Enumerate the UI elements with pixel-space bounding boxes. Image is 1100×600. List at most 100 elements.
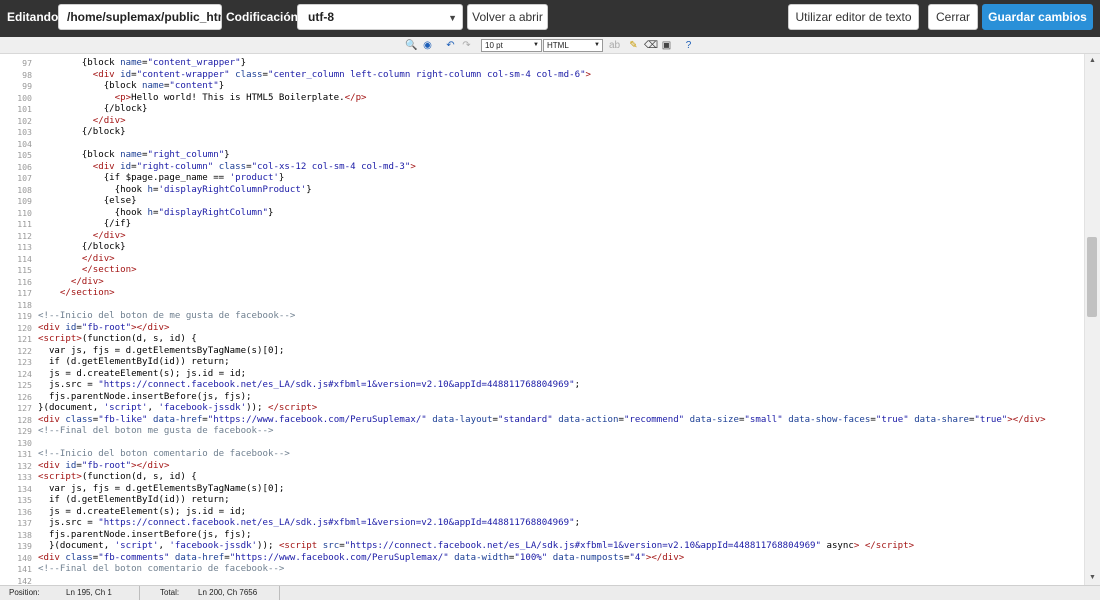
- word-wrap-icon[interactable]: ab: [608, 39, 621, 52]
- code-text[interactable]: {else}: [38, 196, 137, 208]
- code-text[interactable]: <script>(function(d, s, id) {: [38, 472, 197, 484]
- code-text[interactable]: <!--Final del boton comentario de facebo…: [38, 564, 284, 576]
- code-text[interactable]: {/if}: [38, 219, 131, 231]
- undo-icon[interactable]: ↶: [444, 39, 457, 52]
- code-text[interactable]: <div id="right-column" class="col-xs-12 …: [38, 162, 416, 174]
- code-text[interactable]: </section>: [38, 288, 115, 300]
- line-number: 122: [17, 345, 32, 356]
- code-text[interactable]: {hook h='displayRightColumnProduct'}: [38, 185, 312, 197]
- code-text[interactable]: </div>: [38, 231, 126, 243]
- line-number: 124: [17, 368, 32, 379]
- vertical-scrollbar[interactable]: ▲ ▼: [1084, 54, 1100, 585]
- reset-highlight-icon[interactable]: ⌫: [644, 39, 658, 52]
- position-value: Ln 195, Ch 1: [66, 588, 112, 597]
- code-text[interactable]: <div class="fb-like" data-href="https://…: [38, 415, 1046, 427]
- syntax-select[interactable]: HTML ▼: [543, 39, 603, 52]
- code-text[interactable]: <script>(function(d, s, id) {: [38, 334, 197, 346]
- code-text[interactable]: {hook h="displayRightColumn"}: [38, 208, 274, 220]
- code-text[interactable]: js = d.createElement(s); js.id = id;: [38, 369, 246, 381]
- line-number: 129: [17, 426, 32, 436]
- code-text[interactable]: <!--Inicio del boton de me gusta de face…: [38, 311, 295, 323]
- font-size-select[interactable]: 10 pt ▼: [481, 39, 542, 52]
- line-number: 128: [17, 414, 32, 425]
- line-number: 112: [17, 230, 32, 241]
- code-text[interactable]: {/block}: [38, 127, 126, 139]
- line-number: 127: [17, 403, 32, 413]
- save-changes-button[interactable]: Guardar cambios: [982, 4, 1093, 30]
- code-text[interactable]: </section>: [38, 265, 137, 277]
- line-number: 141: [17, 564, 32, 574]
- code-text[interactable]: fjs.parentNode.insertBefore(js, fjs);: [38, 392, 252, 404]
- chevron-down-icon: ▼: [594, 42, 600, 48]
- line-number: 97: [22, 58, 32, 68]
- line-number: 117: [17, 288, 32, 298]
- line-number: 121: [17, 334, 32, 344]
- code-text[interactable]: {if $page.page_name == 'product'}: [38, 173, 285, 185]
- code-text[interactable]: var js, fjs = d.getElementsByTagName(s)[…: [38, 346, 284, 358]
- line-number: 114: [17, 253, 32, 264]
- code-text[interactable]: if (d.getElementById(id)) return;: [38, 495, 230, 507]
- line-number: 125: [17, 380, 32, 390]
- code-text[interactable]: <!--Final del boton me gusta de facebook…: [38, 426, 273, 438]
- help-icon[interactable]: ?: [682, 39, 695, 52]
- status-bar: Position: Ln 195, Ch 1 Total: Ln 200, Ch…: [0, 585, 1100, 600]
- code-text[interactable]: {block name="right_column"}: [38, 150, 230, 162]
- code-text[interactable]: <div id="fb-root"></div>: [38, 461, 169, 473]
- line-number: 107: [17, 173, 32, 183]
- code-text[interactable]: </div>: [38, 116, 126, 128]
- code-text[interactable]: {/block}: [38, 104, 148, 116]
- total-label: Total:: [160, 588, 180, 597]
- line-number: 99: [22, 81, 32, 91]
- line-number: 102: [17, 115, 32, 126]
- close-button[interactable]: Cerrar: [928, 4, 978, 30]
- code-text[interactable]: <div class="fb-comments" data-href="http…: [38, 553, 684, 565]
- encoding-select[interactable]: utf-8 ▼: [297, 4, 463, 30]
- find-icon[interactable]: 🔍: [405, 39, 418, 52]
- code-text[interactable]: <p>Hello world! This is HTML5 Boilerplat…: [38, 93, 367, 105]
- code-text[interactable]: }(document, 'script', 'facebook-jssdk'))…: [38, 403, 317, 415]
- code-text[interactable]: js = d.createElement(s); js.id = id;: [38, 507, 246, 519]
- total-value: Ln 200, Ch 7656: [198, 588, 258, 597]
- code-text[interactable]: if (d.getElementById(id)) return;: [38, 357, 230, 369]
- scroll-down-icon[interactable]: ▼: [1085, 571, 1100, 585]
- code-text[interactable]: <!--Inicio del boton comentario de faceb…: [38, 449, 290, 461]
- code-text[interactable]: <div id="fb-root"></div>: [38, 323, 169, 335]
- line-number: 100: [17, 92, 32, 103]
- code-text[interactable]: js.src = "https://connect.facebook.net/e…: [38, 518, 580, 530]
- code-editor[interactable]: 97 {block name="content_wrapper"} 98 <div…: [0, 54, 1084, 585]
- line-number: 110: [17, 207, 32, 218]
- highlight-icon[interactable]: ✎: [627, 39, 640, 52]
- code-text[interactable]: fjs.parentNode.insertBefore(js, fjs);: [38, 530, 252, 542]
- line-number: 105: [17, 150, 32, 160]
- code-text[interactable]: </div>: [38, 277, 104, 289]
- editor-toolbar: 🔍 ◉ ↶ ↷ 10 pt ▼ HTML ▼ ab ✎ ⌫ ▣ ?: [0, 37, 1100, 54]
- top-bar: Editando: /home/suplemax/public_html/the…: [0, 0, 1100, 37]
- chevron-down-icon: ▼: [448, 13, 457, 23]
- scrollbar-thumb[interactable]: [1087, 237, 1097, 317]
- code-text[interactable]: {block name="content"}: [38, 81, 225, 93]
- line-number: 116: [17, 276, 32, 287]
- code-text[interactable]: </div>: [38, 254, 115, 266]
- scroll-up-icon[interactable]: ▲: [1085, 54, 1100, 68]
- use-text-editor-button[interactable]: Utilizar editor de texto: [788, 4, 919, 30]
- line-number: 123: [17, 357, 32, 367]
- syntax-value: HTML: [547, 41, 569, 50]
- code-text[interactable]: {block name="content_wrapper"}: [38, 58, 246, 70]
- font-size-value: 10 pt: [485, 41, 503, 50]
- code-text[interactable]: {/block}: [38, 242, 126, 254]
- line-number: 138: [17, 529, 32, 540]
- fullscreen-icon[interactable]: ▣: [660, 39, 673, 52]
- file-path-input[interactable]: /home/suplemax/public_html/themes/…: [58, 4, 222, 30]
- code-text[interactable]: js.src = "https://connect.facebook.net/e…: [38, 380, 580, 392]
- redo-icon[interactable]: ↷: [460, 39, 473, 52]
- line-number: 113: [17, 242, 32, 252]
- code-text[interactable]: }(document, 'script', 'facebook-jssdk'))…: [38, 541, 914, 553]
- line-number: 101: [17, 104, 32, 114]
- code-text[interactable]: <div id="content-wrapper" class="center_…: [38, 70, 591, 82]
- goto-line-icon[interactable]: ◉: [421, 39, 434, 52]
- line-number: 109: [17, 196, 32, 206]
- line-number: 111: [17, 219, 32, 229]
- code-text[interactable]: var js, fjs = d.getElementsByTagName(s)[…: [38, 484, 284, 496]
- reopen-button[interactable]: Volver a abrir: [467, 4, 548, 30]
- line-number: 139: [17, 541, 32, 551]
